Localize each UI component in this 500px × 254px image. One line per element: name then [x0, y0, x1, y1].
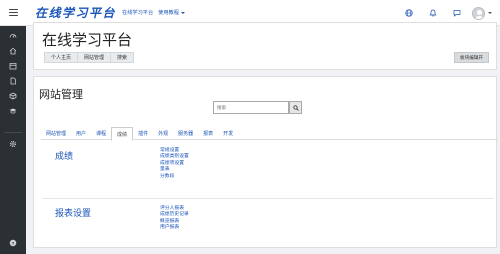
nav-tutorial-dropdown[interactable]: 使用教程	[158, 9, 185, 16]
avatar[interactable]	[472, 6, 485, 20]
sidebar-divider	[4, 132, 22, 133]
page-title: 在线学习平台	[42, 32, 133, 49]
help-icon: ?	[9, 239, 17, 247]
admin-search-field[interactable]	[213, 101, 289, 114]
report-settings-links: 评分人报表 成绩历史记录 概览报表 用户报表	[160, 206, 189, 231]
main-content: 网站管理 网站管理 用户 课程 成绩 插件 外观 服务器 报表 开发 成绩 常规…	[33, 76, 498, 248]
section-title-grades: 成绩	[55, 151, 74, 161]
dashboard-button[interactable]	[0, 29, 26, 43]
gear-icon	[9, 140, 17, 148]
admin-heading: 网站管理	[39, 89, 83, 101]
admin-link[interactable]: 量表	[160, 167, 189, 173]
tab-development[interactable]: 开发	[218, 127, 238, 140]
admin-search-input[interactable]	[217, 105, 287, 110]
globe-icon	[405, 9, 413, 17]
left-sidebar: ?	[0, 26, 26, 254]
graduation-cap-icon	[9, 108, 17, 114]
admin-link[interactable]: 常规设置	[160, 148, 189, 154]
calendar-button[interactable]	[0, 59, 26, 73]
home-icon	[9, 47, 17, 55]
breadcrumb-item-search[interactable]: 搜索	[111, 52, 135, 63]
admin-link[interactable]: 成绩项设置	[160, 161, 189, 167]
tab-plugins[interactable]: 插件	[133, 127, 153, 140]
admin-tabs: 网站管理 用户 课程 成绩 插件 外观 服务器 报表 开发	[41, 127, 498, 141]
tab-site-admin[interactable]: 网站管理	[41, 127, 71, 140]
hamburger-icon	[8, 9, 18, 16]
admin-search-button[interactable]	[289, 101, 302, 114]
home-button[interactable]	[0, 44, 26, 58]
tab-users[interactable]: 用户	[71, 127, 91, 140]
calendar-icon	[9, 63, 17, 70]
svg-text:?: ?	[12, 241, 15, 246]
tab-server[interactable]: 服务器	[173, 127, 198, 140]
chat-icon	[453, 10, 461, 17]
cube-icon	[9, 92, 17, 100]
section-title-report-settings: 报表设置	[55, 208, 92, 218]
user-menu-chevron-icon[interactable]	[488, 12, 492, 14]
grades-links: 常规设置 成绩类别设置 成绩项设置 量表 分数段	[160, 148, 189, 180]
admin-link[interactable]: 成绩类别设置	[160, 155, 189, 160]
tab-grades[interactable]: 成绩	[111, 127, 134, 141]
content-bank-button[interactable]	[0, 89, 26, 103]
my-courses-button[interactable]	[0, 104, 26, 118]
chevron-down-icon	[180, 11, 185, 14]
site-brand[interactable]: 在线学习平台	[35, 4, 116, 21]
admin-link[interactable]: 评分人报表	[160, 206, 189, 212]
tab-reports[interactable]: 报表	[198, 127, 218, 140]
page-header: 在线学习平台 个人主页 网站管理 搜索 板块编辑开	[33, 22, 497, 70]
breadcrumb-item-profile[interactable]: 个人主页	[44, 52, 79, 63]
file-icon	[10, 77, 16, 85]
admin-link[interactable]: 成绩历史记录	[160, 213, 189, 218]
breadcrumb-item-site-admin[interactable]: 网站管理	[78, 52, 112, 63]
nav-tutorial-label: 使用教程	[158, 10, 179, 16]
search-icon	[292, 104, 299, 111]
private-files-button[interactable]	[0, 74, 26, 88]
tab-appearance[interactable]: 外观	[153, 127, 173, 140]
blocks-editing-button[interactable]: 板块编辑开	[454, 52, 489, 63]
bell-icon	[429, 9, 437, 17]
help-button[interactable]: ?	[0, 236, 26, 250]
admin-link[interactable]: 概览报表	[160, 219, 189, 225]
section-divider	[42, 198, 494, 199]
site-admin-button[interactable]	[0, 137, 26, 151]
tab-courses[interactable]: 课程	[91, 127, 111, 140]
menu-toggle-button[interactable]	[0, 0, 26, 26]
dashboard-icon	[9, 34, 17, 38]
nav-home-link[interactable]: 在线学习平台	[122, 9, 153, 16]
admin-link[interactable]: 分数段	[160, 174, 189, 180]
breadcrumb: 个人主页 网站管理 搜索	[44, 52, 135, 63]
admin-link[interactable]: 用户报表	[160, 225, 189, 231]
